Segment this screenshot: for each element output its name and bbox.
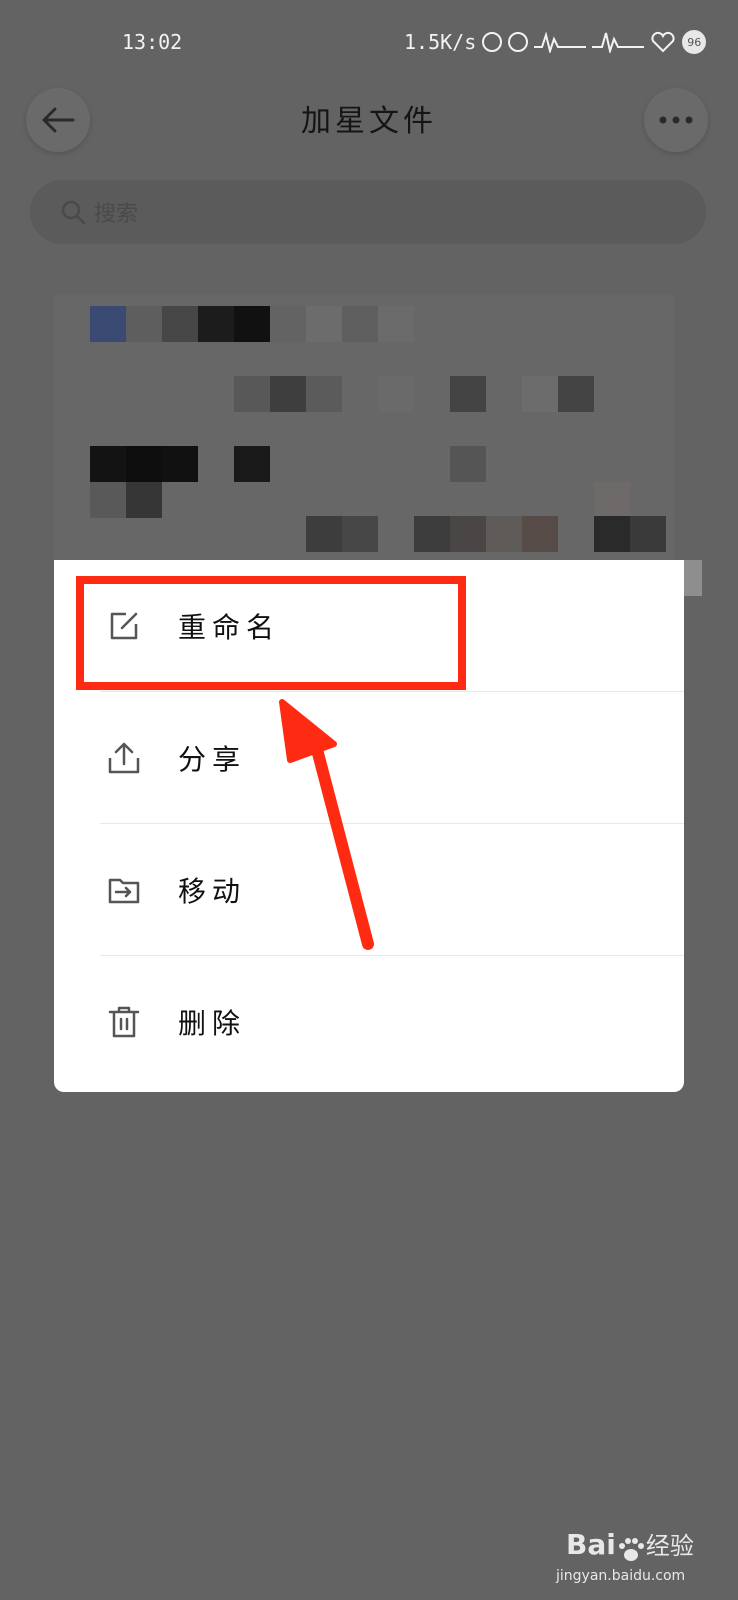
watermark-brand: Bai [566, 1528, 616, 1561]
page-title: 加星文件 [301, 104, 437, 139]
menu-item-label: 移动 [178, 874, 247, 908]
paw-icon [618, 1537, 644, 1561]
status-bar: 13:02 1.5K/s 96 [0, 0, 738, 84]
menu-item-delete[interactable]: 删除 [54, 956, 684, 1087]
baidu-watermark: Bai 经验 jingyan.baidu.com [556, 1526, 694, 1584]
menu-item-label: 删除 [178, 1006, 247, 1040]
menu-item-label: 分享 [178, 742, 247, 776]
move-folder-icon [108, 878, 140, 903]
trash-icon [108, 1006, 140, 1037]
menu-item-share[interactable]: 分享 [54, 692, 684, 823]
battery-indicator: 96 [682, 30, 707, 54]
more-horizontal-icon [659, 116, 693, 124]
more-button[interactable] [644, 88, 708, 152]
watermark-url: jingyan.baidu.com [556, 1568, 686, 1584]
highlight-box [76, 576, 466, 690]
bluetooth-icon [482, 32, 503, 52]
status-time: 13:02 [122, 30, 183, 54]
search-icon [61, 200, 86, 225]
net-speed: 1.5K/s [404, 30, 477, 54]
search-placeholder: 搜索 [94, 202, 139, 227]
search-bar[interactable]: 搜索 [30, 180, 706, 244]
status-icons: 1.5K/s 96 [404, 30, 707, 54]
alarm-icon [508, 32, 529, 52]
file-thumbnail-pixelated[interactable] [54, 294, 674, 560]
watermark-brand-2: 经验 [645, 1532, 694, 1560]
signal-hd-icon [534, 31, 587, 53]
signal-hd-2-icon [592, 32, 645, 53]
wifi-heart-icon [651, 31, 675, 53]
share-icon [108, 742, 140, 773]
menu-item-move[interactable]: 移动 [54, 824, 684, 955]
